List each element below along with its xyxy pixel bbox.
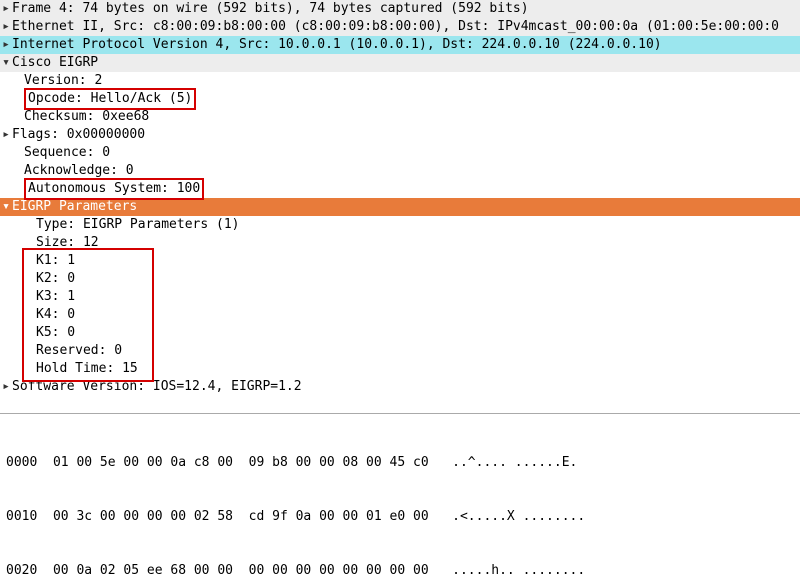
ethernet-summary-row[interactable]: ▸Ethernet II, Src: c8:00:09:b8:00:00 (c8… [0,18,800,36]
ip-summary-row[interactable]: ▸Internet Protocol Version 4, Src: 10.0.… [0,36,800,54]
eigrp-reserved-text: Reserved: 0 [12,342,122,360]
eigrp-k5-row[interactable]: K5: 0 [0,324,800,342]
chevron-right-icon[interactable]: ▸ [0,18,12,36]
eigrp-summary-row[interactable]: ▾Cisco EIGRP [0,54,800,72]
eigrp-k1-row[interactable]: K1: 1 [0,252,800,270]
hex-bytes-2: 00 00 00 00 00 00 00 00 [249,563,429,578]
eigrp-k4-text: K4: 0 [12,306,75,324]
chevron-right-icon[interactable]: ▸ [0,378,12,396]
eigrp-as-text: Autonomous System: 100 [28,181,200,196]
eigrp-as-row[interactable]: Autonomous System: 100 [0,180,800,198]
chevron-down-icon[interactable]: ▾ [0,54,12,72]
hex-ascii: .<.....X ........ [452,509,585,524]
eigrp-k3-text: K3: 1 [12,288,75,306]
eigrp-checksum-text: Checksum: 0xee68 [12,108,149,126]
highlight-box-as: Autonomous System: 100 [24,178,204,200]
hex-offset: 0000 [6,455,37,470]
eigrp-reserved-row[interactable]: Reserved: 0 [0,342,800,360]
eigrp-software-row[interactable]: ▸Software Version: IOS=12.4, EIGRP=1.2 [0,378,800,396]
eigrp-sequence-row[interactable]: Sequence: 0 [0,144,800,162]
chevron-down-icon[interactable]: ▾ [0,198,12,216]
hex-offset: 0020 [6,563,37,578]
highlight-box-opcode: Opcode: Hello/Ack (5) [24,88,196,110]
eigrp-hold-row[interactable]: Hold Time: 15 [0,360,800,378]
hex-row[interactable]: 0010 00 3c 00 00 00 00 02 58 cd 9f 0a 00… [6,508,794,526]
hex-row[interactable]: 0020 00 0a 02 05 ee 68 00 00 00 00 00 00… [6,562,794,580]
hex-bytes-1: 01 00 5e 00 00 0a c8 00 [53,455,233,470]
eigrp-param-size-text: Size: 12 [12,234,99,252]
eigrp-k4-row[interactable]: K4: 0 [0,306,800,324]
hex-bytes-1: 00 0a 02 05 ee 68 00 00 [53,563,233,578]
eigrp-param-type-row[interactable]: Type: EIGRP Parameters (1) [0,216,800,234]
hex-offset: 0010 [6,509,37,524]
eigrp-sequence-text: Sequence: 0 [12,144,110,162]
eigrp-software-text: Software Version: IOS=12.4, EIGRP=1.2 [12,378,302,396]
hex-ascii: .....h.. ........ [452,563,585,578]
eigrp-hold-text: Hold Time: 15 [12,360,138,378]
eigrp-summary-text: Cisco EIGRP [12,54,98,72]
hex-dump-pane[interactable]: 0000 01 00 5e 00 00 0a c8 00 09 b8 00 00… [0,414,800,580]
eigrp-parameters-text: EIGRP Parameters [12,198,137,216]
eigrp-param-size-row[interactable]: Size: 12 [0,234,800,252]
eigrp-k1-text: K1: 1 [12,252,75,270]
eigrp-k2-text: K2: 0 [12,270,75,288]
hex-bytes-2: cd 9f 0a 00 00 01 e0 00 [249,509,429,524]
eigrp-opcode-text: Opcode: Hello/Ack (5) [28,91,192,106]
eigrp-k3-row[interactable]: K3: 1 [0,288,800,306]
ethernet-summary-text: Ethernet II, Src: c8:00:09:b8:00:00 (c8:… [12,18,779,36]
eigrp-k5-text: K5: 0 [12,324,75,342]
eigrp-opcode-row[interactable]: Opcode: Hello/Ack (5) [0,90,800,108]
ip-summary-text: Internet Protocol Version 4, Src: 10.0.0… [12,36,662,54]
hex-row[interactable]: 0000 01 00 5e 00 00 0a c8 00 09 b8 00 00… [6,454,794,472]
eigrp-flags-text: Flags: 0x00000000 [12,126,145,144]
frame-summary-row[interactable]: ▸Frame 4: 74 bytes on wire (592 bits), 7… [0,0,800,18]
eigrp-flags-row[interactable]: ▸Flags: 0x00000000 [0,126,800,144]
frame-summary-text: Frame 4: 74 bytes on wire (592 bits), 74… [12,0,529,18]
hex-ascii: ..^.... ......E. [452,455,577,470]
eigrp-param-type-text: Type: EIGRP Parameters (1) [12,216,240,234]
eigrp-parameters-row[interactable]: ▾EIGRP Parameters [0,198,800,216]
hex-bytes-1: 00 3c 00 00 00 00 02 58 [53,509,233,524]
hex-bytes-2: 09 b8 00 00 08 00 45 c0 [249,455,429,470]
chevron-right-icon[interactable]: ▸ [0,0,12,18]
chevron-right-icon[interactable]: ▸ [0,126,12,144]
chevron-right-icon[interactable]: ▸ [0,36,12,54]
eigrp-k2-row[interactable]: K2: 0 [0,270,800,288]
eigrp-checksum-row[interactable]: Checksum: 0xee68 [0,108,800,126]
